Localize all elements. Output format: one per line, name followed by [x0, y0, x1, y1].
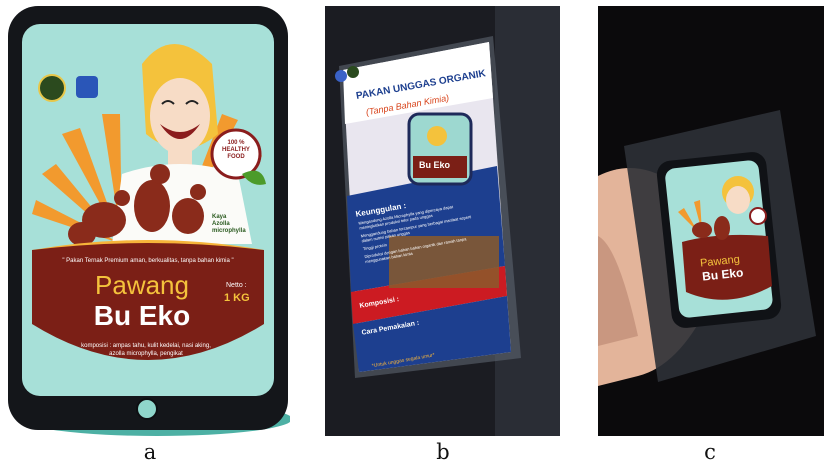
feature-line: Azolla	[212, 221, 230, 227]
panel-c-packaged-product-photo: Pawang Bu Eko	[598, 6, 824, 436]
badge-text: 100 % HEALTHY FOOD	[218, 140, 254, 161]
panel-b-poster-photo: PAKAN UNGGAS ORGANIK (Tanpa Bahan Kimia)…	[325, 6, 560, 436]
netto-value: 1 KG	[224, 292, 250, 304]
tagline: " Pakan Ternak Premium aman, berkualitas…	[62, 258, 234, 264]
caption-c: c	[704, 440, 716, 464]
package-screen: 100 % HEALTHY FOOD Kaya Azolla microphyl…	[22, 24, 274, 396]
tablet-home-button	[136, 398, 158, 420]
badge-line: FOOD	[227, 154, 245, 160]
brand-pawang: Pawang	[95, 270, 189, 300]
partner-logo	[76, 76, 98, 98]
badge-line: 100 %	[227, 140, 245, 146]
feature-line: Kaya	[212, 214, 227, 220]
poster-mini-brand: Bu Eko	[419, 160, 451, 170]
composition-text: komposisi : ampas tahu, kulit kedelai, n…	[81, 343, 211, 357]
brand-bu-eko: Bu Eko	[93, 300, 191, 331]
caption-b: b	[436, 440, 450, 464]
feature-line: microphylla	[212, 228, 246, 234]
caption-a: a	[143, 440, 157, 464]
packaged-product-photo	[598, 6, 824, 436]
feature-callout: Kaya Azolla microphylla	[212, 214, 268, 235]
panel-a-package-design: 100 % HEALTHY FOOD Kaya Azolla microphyl…	[8, 6, 290, 436]
badge-line: HEALTHY	[222, 147, 250, 153]
netto-label: Netto :	[226, 282, 247, 289]
university-logo	[38, 74, 66, 102]
package-illustration	[32, 44, 266, 360]
